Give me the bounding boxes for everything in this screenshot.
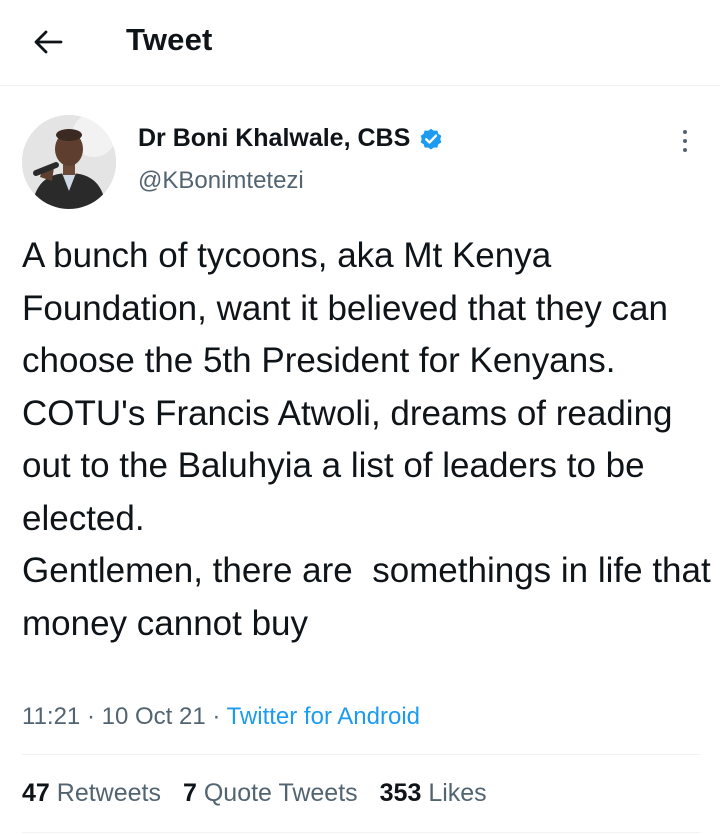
- retweets-count: 47: [22, 779, 50, 807]
- author-name[interactable]: Dr Boni Khalwale, CBS: [138, 124, 444, 153]
- tweet-metadata: 11:21 · 10 Oct 21 · Twitter for Android: [22, 703, 420, 731]
- likes-count: 353: [379, 779, 422, 807]
- tweet-source-link[interactable]: Twitter for Android: [227, 703, 420, 730]
- quote-tweets-stat[interactable]: 7 Quote Tweets: [183, 779, 358, 808]
- engagement-stats: 47 Retweets 7 Quote Tweets 353 Likes: [22, 779, 487, 808]
- author-handle[interactable]: @KBonimtetezi: [138, 167, 304, 195]
- profile-photo: [22, 115, 116, 209]
- divider: [22, 832, 700, 833]
- quotes-count: 7: [182, 779, 197, 807]
- arrow-left-icon: [34, 30, 63, 54]
- verified-badge-icon: [420, 128, 442, 150]
- back-button[interactable]: [26, 24, 70, 60]
- retweets-stat[interactable]: 47 Retweets: [22, 779, 161, 808]
- more-options-button[interactable]: [670, 124, 700, 158]
- page-title: Tweet: [126, 22, 213, 57]
- tweet-date: 10 Oct 21: [101, 703, 206, 730]
- likes-label: Likes: [428, 779, 487, 807]
- avatar[interactable]: [22, 115, 116, 209]
- author-name-label: Dr Boni Khalwale, CBS: [138, 124, 411, 152]
- top-app-bar: Tweet: [0, 0, 720, 86]
- more-dot-icon: [683, 148, 687, 152]
- divider: [22, 754, 700, 755]
- meta-separator: ·: [205, 703, 227, 730]
- more-dot-icon: [683, 139, 687, 143]
- tweet-time: 11:21: [22, 703, 81, 730]
- retweets-label: Retweets: [56, 779, 161, 807]
- meta-separator: ·: [80, 703, 102, 730]
- likes-stat[interactable]: 353 Likes: [380, 779, 487, 808]
- tweet-body: A bunch of tycoons, aka Mt Kenya Foundat…: [22, 236, 711, 643]
- more-dot-icon: [683, 130, 687, 134]
- quotes-label: Quote Tweets: [203, 779, 358, 807]
